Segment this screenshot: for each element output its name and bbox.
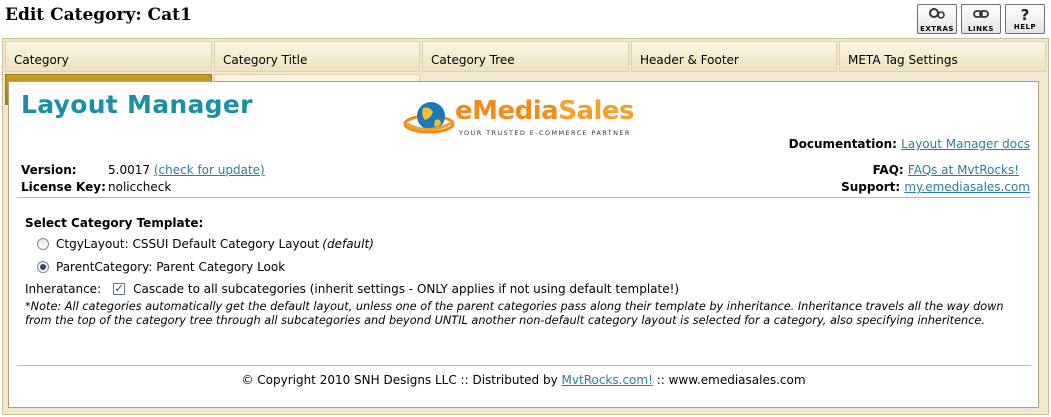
ctgylayout-default-tag: (default) bbox=[322, 237, 374, 251]
panel-title: Layout Manager bbox=[21, 90, 253, 119]
cascade-checkbox[interactable]: ✓ bbox=[113, 283, 126, 295]
version-label: Version: bbox=[21, 163, 77, 177]
logo-tagline: YOUR TRUSTED E-COMMERCE PARTNER bbox=[459, 129, 631, 137]
tab-meta-tag-settings[interactable]: META Tag Settings bbox=[839, 41, 1046, 72]
mvtrocks-link[interactable]: MvtRocks.com! bbox=[562, 373, 653, 387]
page-title: Edit Category: Cat1 bbox=[5, 5, 192, 25]
help-icon: ? bbox=[1020, 6, 1030, 24]
help-button[interactable]: ? HELP bbox=[1005, 4, 1045, 34]
documentation-link[interactable]: Layout Manager docs bbox=[901, 137, 1030, 151]
ctgylayout-radio[interactable] bbox=[37, 238, 49, 250]
faq-link[interactable]: FAQs at MvtRocks! bbox=[908, 163, 1019, 177]
tab-header-footer[interactable]: Header & Footer bbox=[631, 41, 837, 72]
template-option-ctgylayout[interactable]: CtgyLayout: CSSUI Default Category Layou… bbox=[37, 237, 374, 251]
links-label: LINKS bbox=[968, 25, 994, 33]
logo-e: e bbox=[455, 96, 473, 126]
support-row: Support: my.emediasales.com bbox=[841, 180, 1030, 194]
parentcategory-radio[interactable] bbox=[37, 261, 49, 273]
parentcategory-text: ParentCategory: Parent Category Look bbox=[56, 260, 286, 274]
template-option-parentcategory[interactable]: ParentCategory: Parent Category Look bbox=[37, 260, 285, 274]
logo-wordmark: eMediaSales bbox=[455, 96, 635, 126]
extras-button[interactable]: EXTRAS bbox=[917, 4, 957, 34]
layout-manager-panel: Layout Manager Version: 5.0017 (check fo… bbox=[8, 81, 1039, 408]
version-number: 5.0017 bbox=[108, 163, 150, 177]
faq-row: FAQ: FAQs at MvtRocks! bbox=[873, 163, 1019, 177]
header-divider bbox=[17, 197, 1031, 198]
license-key-label: License Key: bbox=[21, 180, 106, 194]
tab-category[interactable]: Category bbox=[5, 41, 212, 72]
footer-divider bbox=[17, 365, 1031, 366]
faq-label: FAQ: bbox=[872, 163, 904, 177]
tab-category-tree[interactable]: Category Tree bbox=[422, 41, 629, 72]
links-icon bbox=[962, 7, 1000, 25]
help-label: HELP bbox=[1013, 23, 1037, 31]
license-key-value: noliccheck bbox=[108, 180, 172, 194]
ctgylayout-text: CtgyLayout: CSSUI Default Category Layou… bbox=[56, 237, 320, 251]
links-button[interactable]: LINKS bbox=[961, 4, 1001, 34]
check-for-update-link[interactable]: (check for update) bbox=[154, 163, 265, 177]
select-template-label: Select Category Template: bbox=[25, 216, 204, 230]
tab-category-title[interactable]: Category Title bbox=[214, 41, 420, 72]
inheritance-note: *Note: All categories automatically get … bbox=[25, 300, 1004, 327]
support-link[interactable]: my.emediasales.com bbox=[904, 180, 1030, 194]
documentation-row: Documentation: Layout Manager docs bbox=[789, 137, 1030, 151]
documentation-label: Documentation: bbox=[788, 137, 897, 151]
copyright-prefix: © Copyright 2010 SNH Designs LLC :: Dist… bbox=[241, 373, 562, 387]
cascade-text: Cascade to all subcategories (inherit se… bbox=[133, 282, 680, 296]
support-label: Support: bbox=[841, 180, 901, 194]
copyright-suffix: :: www.emediasales.com bbox=[652, 373, 806, 387]
logo-media: Media bbox=[472, 96, 559, 126]
inheritance-label: Inheratance: bbox=[25, 282, 102, 296]
extras-icon bbox=[918, 7, 956, 25]
globe-icon bbox=[403, 102, 455, 134]
version-value: 5.0017 (check for update) bbox=[108, 163, 265, 177]
extras-label: EXTRAS bbox=[920, 25, 954, 33]
emediasales-logo: eMediaSales YOUR TRUSTED E-COMMERCE PART… bbox=[403, 94, 663, 144]
copyright-footer: © Copyright 2010 SNH Designs LLC :: Dist… bbox=[9, 373, 1038, 387]
logo-sales: Sales bbox=[558, 96, 635, 126]
inheritance-row: Inheratance: ✓ Cascade to all subcategor… bbox=[25, 282, 679, 296]
